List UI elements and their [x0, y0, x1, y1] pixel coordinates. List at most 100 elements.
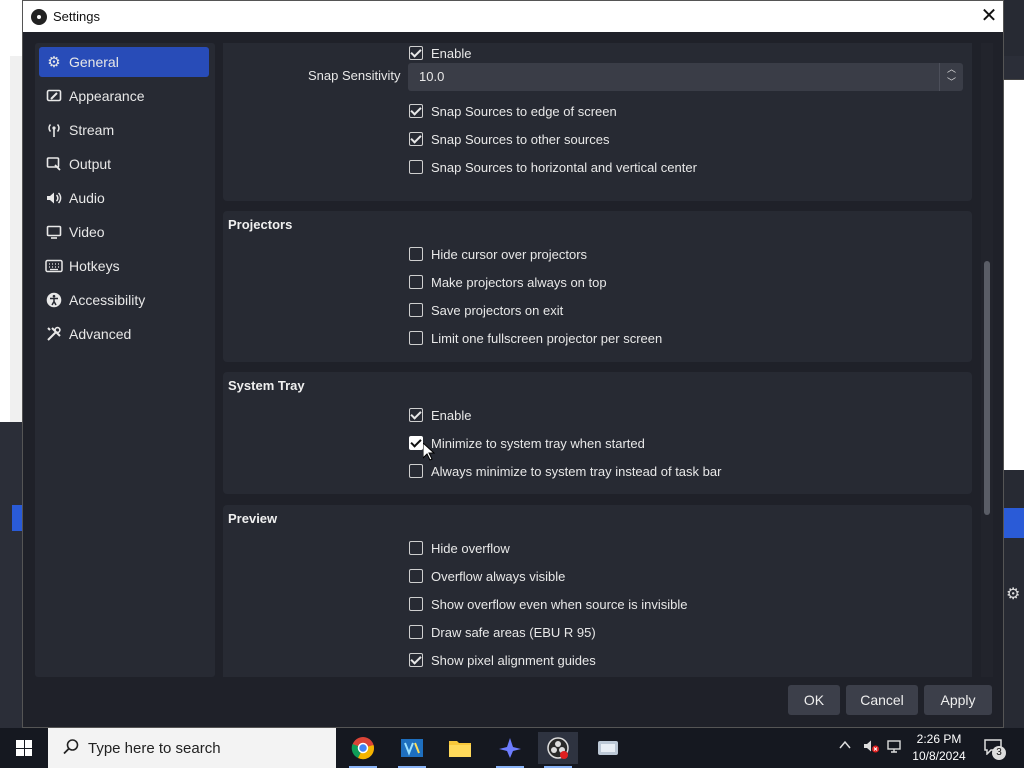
snap-sources-checkbox[interactable]: Snap Sources to other sources	[409, 129, 610, 149]
safe-areas-checkbox[interactable]: Draw safe areas (EBU R 95)	[409, 622, 596, 642]
chevron-down-icon[interactable]: ﹀	[940, 76, 963, 89]
overflow-visible-checkbox[interactable]: Overflow always visible	[409, 566, 565, 586]
search-placeholder: Type here to search	[88, 740, 221, 757]
tray-enable-checkbox[interactable]: Enable	[409, 405, 471, 425]
sidebar-item-label: Advanced	[69, 326, 132, 342]
snipping-tool-taskbar-icon[interactable]	[588, 732, 628, 764]
visual-studio-taskbar-icon[interactable]	[392, 732, 432, 768]
overflow-invisible-checkbox[interactable]: Show overflow even when source is invisi…	[409, 594, 688, 614]
checkbox[interactable]	[409, 408, 423, 422]
always-minimize-checkbox[interactable]: Always minimize to system tray instead o…	[409, 461, 721, 481]
chevron-up-icon[interactable]: ︿	[940, 63, 963, 76]
preview-title: Preview	[228, 511, 278, 526]
monitor-icon	[45, 223, 63, 241]
checkbox[interactable]	[409, 132, 423, 146]
snap-sensitivity-label: Snap Sensitivity	[308, 68, 401, 83]
checkbox[interactable]	[409, 597, 423, 611]
hide-overflow-checkbox[interactable]: Hide overflow	[409, 538, 510, 558]
checkbox-label: Snap Sources to other sources	[431, 131, 610, 147]
checkbox-label: Always minimize to system tray instead o…	[431, 463, 722, 479]
checkbox-label: Show pixel alignment guides	[431, 652, 596, 668]
taskbar-clock[interactable]: 2:26 PM 10/8/2024	[906, 731, 972, 765]
checkbox[interactable]	[409, 569, 423, 583]
notification-count-badge: 3	[992, 746, 1006, 760]
always-on-top-checkbox[interactable]: Make projectors always on top	[409, 272, 607, 292]
checkbox-label: Snap Sources to horizontal and vertical …	[431, 159, 697, 175]
apply-button[interactable]: Apply	[924, 685, 992, 715]
background-selected-item	[1004, 508, 1024, 538]
ok-button[interactable]: OK	[788, 685, 840, 715]
sidebar-item-label: Video	[69, 224, 105, 240]
snap-center-checkbox[interactable]: Snap Sources to horizontal and vertical …	[409, 157, 697, 177]
background-main-window-right: ⚙	[1004, 0, 1024, 728]
output-icon	[45, 155, 63, 173]
close-button[interactable]: ✕	[977, 4, 1001, 28]
checkbox-label: Save projectors on exit	[431, 302, 564, 318]
notifications-button[interactable]: 3	[984, 739, 1006, 760]
hide-cursor-checkbox[interactable]: Hide cursor over projectors	[409, 244, 587, 264]
snap-sensitivity-spinbox[interactable]: 10.0 ︿ ﹀	[408, 63, 963, 91]
volume-muted-icon[interactable]	[862, 738, 880, 757]
sidebar-item-audio[interactable]: Audio	[39, 183, 209, 213]
checkbox[interactable]	[409, 160, 423, 174]
scrollbar-thumb[interactable]	[984, 261, 990, 515]
sidebar-item-accessibility[interactable]: Accessibility	[39, 285, 209, 315]
checkbox[interactable]	[409, 104, 423, 118]
sidebar-item-label: General	[69, 54, 119, 70]
start-button[interactable]	[0, 728, 48, 768]
checkbox[interactable]	[409, 303, 423, 317]
checkbox[interactable]	[409, 247, 423, 261]
sidebar-item-output[interactable]: Output	[39, 149, 209, 179]
chrome-taskbar-icon[interactable]	[343, 732, 383, 768]
checkbox-label: Overflow always visible	[431, 568, 566, 584]
sidebar-item-general[interactable]: ⚙ General	[39, 47, 209, 77]
checkbox[interactable]	[409, 625, 423, 639]
checkbox[interactable]	[409, 275, 423, 289]
checkbox[interactable]	[409, 541, 423, 555]
speaker-icon	[45, 189, 63, 207]
sidebar-item-label: Hotkeys	[69, 258, 120, 274]
gear-icon: ⚙	[47, 54, 61, 71]
save-projectors-checkbox[interactable]: Save projectors on exit	[409, 300, 563, 320]
sidebar-item-label: Appearance	[69, 88, 145, 104]
window-title: Settings	[53, 9, 100, 24]
checkbox[interactable]	[409, 331, 423, 345]
sidebar-item-advanced[interactable]: Advanced	[39, 319, 209, 349]
file-explorer-taskbar-icon[interactable]	[440, 732, 480, 764]
projectors-group: Projectors Hide cursor over projectors M…	[223, 211, 972, 362]
settings-content: Enable Snap Sensitivity 10.0 ︿ ﹀ Snap So…	[223, 43, 978, 677]
checkbox[interactable]	[409, 436, 423, 450]
checkbox-label: Enable	[431, 45, 472, 61]
checkbox[interactable]	[409, 464, 423, 478]
keyboard-icon	[45, 257, 63, 275]
checkbox[interactable]	[409, 46, 423, 60]
sidebar-item-label: Accessibility	[69, 292, 146, 308]
snap-edge-checkbox[interactable]: Snap Sources to edge of screen	[409, 101, 617, 121]
checkbox-label: Minimize to system tray when started	[431, 435, 645, 451]
clock-date: 10/8/2024	[912, 749, 966, 763]
sidebar-item-video[interactable]: Video	[39, 217, 209, 247]
obs-taskbar-icon[interactable]	[538, 732, 578, 768]
broadcast-icon	[45, 121, 63, 139]
sidebar-item-stream[interactable]: Stream	[39, 115, 209, 145]
snapping-group: Enable Snap Sensitivity 10.0 ︿ ﹀ Snap So…	[223, 43, 972, 201]
sidebar-item-appearance[interactable]: Appearance	[39, 81, 209, 111]
cancel-button[interactable]: Cancel	[846, 685, 918, 715]
preview-group: Preview Hide overflow Overflow always vi…	[223, 505, 972, 677]
chevron-up-icon[interactable]	[838, 738, 852, 755]
checkbox-label: Make projectors always on top	[431, 274, 607, 290]
app-taskbar-icon[interactable]	[490, 732, 530, 768]
spinbox-arrows[interactable]: ︿ ﹀	[939, 63, 963, 91]
taskbar-search[interactable]: Type here to search	[48, 728, 336, 768]
spinbox-value: 10.0	[419, 69, 445, 84]
background-panel	[10, 56, 22, 422]
limit-fullscreen-checkbox[interactable]: Limit one fullscreen projector per scree…	[409, 328, 662, 348]
vertical-scrollbar[interactable]	[981, 43, 993, 677]
network-icon[interactable]	[886, 738, 902, 757]
pixel-guides-checkbox[interactable]: Show pixel alignment guides	[409, 650, 596, 670]
sidebar-item-hotkeys[interactable]: Hotkeys	[39, 251, 209, 281]
snapping-enable-checkbox[interactable]: Enable	[409, 43, 471, 63]
checkbox-label: Hide overflow	[431, 540, 510, 556]
checkbox[interactable]	[409, 653, 423, 667]
minimize-to-tray-checkbox[interactable]: Minimize to system tray when started	[409, 433, 645, 453]
